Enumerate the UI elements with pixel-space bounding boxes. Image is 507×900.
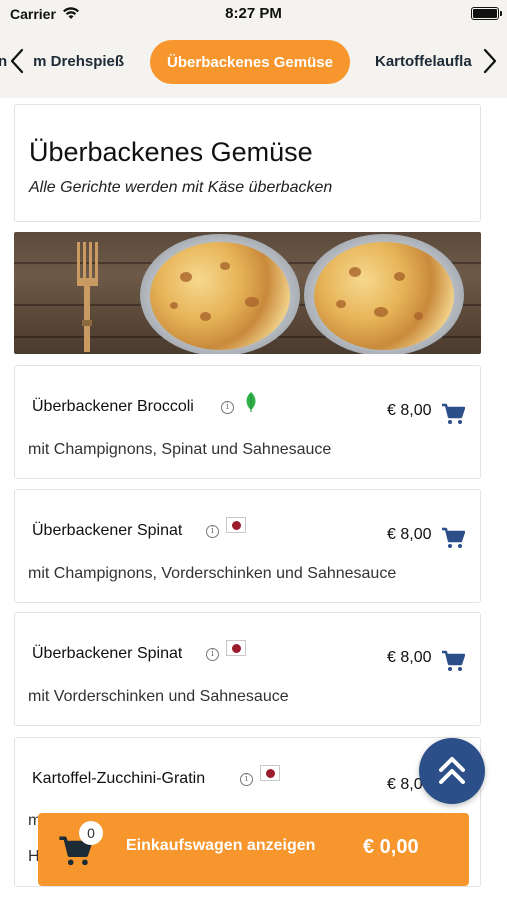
basket-label: Einkaufswagen anzeigen [126, 837, 316, 854]
dish-name: Überbackener Spinat [32, 522, 183, 539]
tab-active-category[interactable]: Überbackenes Gemüse [150, 40, 350, 84]
wooden-fork-image [77, 242, 98, 352]
add-to-cart-icon[interactable] [441, 650, 465, 672]
scroll-to-top-button[interactable] [419, 738, 485, 804]
info-icon[interactable]: i [206, 525, 219, 538]
info-icon[interactable]: i [221, 401, 234, 414]
tab-next-category[interactable]: Kartoffelaufla [375, 53, 485, 70]
pork-icon [226, 640, 246, 656]
info-icon[interactable]: i [206, 648, 219, 661]
basket-total: € 0,00 [363, 836, 419, 858]
add-to-cart-icon[interactable] [441, 527, 465, 549]
pork-icon [260, 765, 280, 781]
view-basket-button[interactable]: 0 Einkaufswagen anzeigen € 0,00 [38, 813, 469, 886]
dish-name: Überbackener Spinat [32, 645, 183, 662]
dish-card[interactable]: Überbackener Broccoli i € 8,00 mit Champ… [14, 365, 481, 479]
dish-name: Kartoffel-Zucchini-Gratin [32, 770, 206, 787]
dish-description: mit Champignons, Spinat und Sahnesauce [28, 441, 332, 458]
dish-description: mit Vorderschinken und Sahnesauce [28, 688, 289, 705]
dish-price: € 8,0 [387, 776, 423, 793]
gratin-bowl-image [304, 234, 464, 354]
chevron-right-icon[interactable] [481, 46, 499, 76]
dish-price: € 8,00 [387, 649, 432, 666]
double-chevron-up-icon [439, 757, 465, 784]
status-bar: Carrier 8:27 PM [0, 0, 507, 30]
section-subtitle: Alle Gerichte werden mit Käse überbacken [29, 179, 333, 196]
category-tabs: nm Drehspieß Überbackenes Gemüse Kartoff… [0, 30, 507, 98]
info-icon[interactable]: i [240, 773, 253, 786]
dish-price: € 8,00 [387, 402, 432, 419]
category-banner-image [14, 232, 481, 354]
dish-price: € 8,00 [387, 526, 432, 543]
add-to-cart-icon[interactable] [441, 403, 465, 425]
dish-description: mit Champignons, Vorderschinken und Sahn… [28, 565, 397, 582]
battery-icon [471, 7, 502, 20]
leaf-icon [246, 392, 256, 412]
basket-count-badge: 0 [79, 821, 103, 845]
pork-icon [226, 517, 246, 533]
dish-name: Überbackener Broccoli [32, 398, 194, 415]
dish-card[interactable]: Überbackener Spinat i € 8,00 mit Vorders… [14, 612, 481, 726]
clock: 8:27 PM [225, 5, 282, 22]
section-title: Überbackenes Gemüse [29, 137, 313, 167]
section-header-card: Überbackenes Gemüse Alle Gerichte werden… [14, 104, 481, 222]
gratin-bowl-image [140, 234, 300, 354]
chevron-left-icon[interactable] [8, 46, 26, 76]
dish-card[interactable]: Überbackener Spinat i € 8,00 mit Champig… [14, 489, 481, 603]
